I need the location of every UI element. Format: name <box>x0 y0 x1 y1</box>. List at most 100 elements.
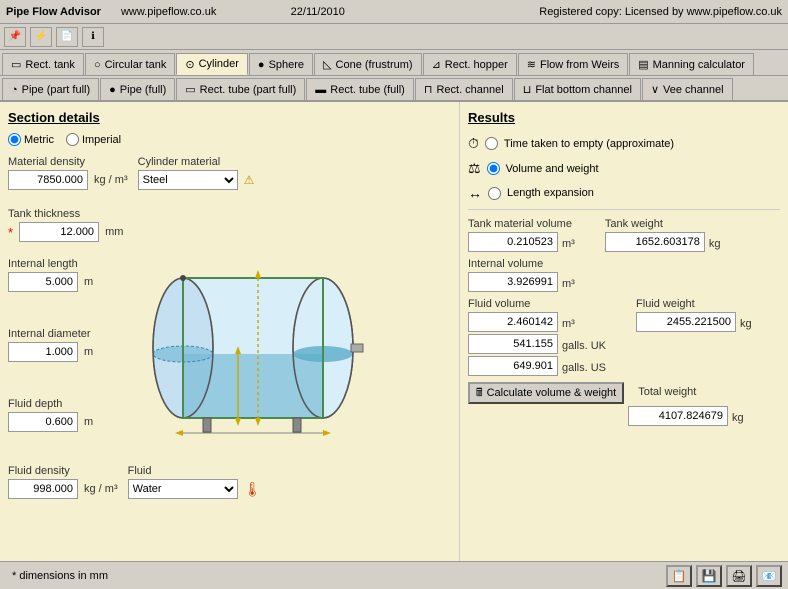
footer-icon-3[interactable]: 🖨 <box>726 565 752 587</box>
internal-diameter-field-row: m <box>8 342 93 362</box>
circular-tank-label: Circular tank <box>105 59 167 71</box>
fluid-volume-label: Fluid volume <box>468 298 606 310</box>
footer-note: * dimensions in mm <box>12 570 108 582</box>
right-panel: Results ⏱ Time taken to empty (approxima… <box>460 102 788 589</box>
fluid-density-field-row: kg / m³ <box>8 479 118 499</box>
tab-flat-bottom[interactable]: ⊔ Flat bottom channel <box>514 78 641 100</box>
pipe-part-icon: ◔ <box>11 84 18 96</box>
tab-vee-channel[interactable]: ∨ Vee channel <box>642 78 733 100</box>
tab-rect-channel[interactable]: ⊓ Rect. channel <box>415 78 513 100</box>
thickness-warning-star: * <box>8 225 13 240</box>
vee-channel-icon: ∨ <box>651 83 659 96</box>
sphere-label: Sphere <box>269 59 304 71</box>
tab-pipe-part[interactable]: ◔ Pipe (part full) <box>2 78 99 100</box>
footer-icon-4[interactable]: 📧 <box>756 565 782 587</box>
toolbar-btn-3[interactable]: 📄 <box>56 27 78 47</box>
fluid-depth-input[interactable] <box>8 412 78 432</box>
rect-hopper-icon: ⊿ <box>432 58 441 71</box>
calculate-button[interactable]: 🖩 Calculate volume & weight <box>468 382 624 404</box>
internal-diameter-group: Internal diameter m <box>8 328 93 368</box>
tab-rect-hopper[interactable]: ⊿ Rect. hopper <box>423 53 517 75</box>
length-expansion-radio[interactable] <box>488 187 501 200</box>
internal-length-field-row: m <box>8 272 93 292</box>
internal-diameter-input[interactable] <box>8 342 78 362</box>
calc-label: Calculate volume & weight <box>487 387 617 399</box>
footer-icon-2[interactable]: 💾 <box>696 565 722 587</box>
fluid-select[interactable]: Water <box>128 479 238 499</box>
material-density-label: Material density <box>8 156 128 168</box>
fluid-row: Fluid density kg / m³ Fluid Water 🌡 <box>8 465 451 511</box>
fluid-density-group: Fluid density kg / m³ <box>8 465 118 505</box>
tank-thickness-field-row: * mm <box>8 222 451 242</box>
fluid-volume-group: Fluid volume m³ galls. UK galls. US <box>468 298 606 376</box>
rect-channel-icon: ⊓ <box>424 83 433 96</box>
total-weight-label: Total weight <box>638 386 696 398</box>
cylinder-material-field-row: Steel ⚠ <box>138 170 255 190</box>
imperial-radio-label[interactable]: Imperial <box>66 133 121 146</box>
unit-radio-row: Metric Imperial <box>8 133 451 146</box>
toolbar-btn-2[interactable]: ⚡ <box>30 27 52 47</box>
tab-circular-tank[interactable]: ○ Circular tank <box>85 53 175 75</box>
fluid-density-input[interactable] <box>8 479 78 499</box>
results-title: Results <box>468 110 780 125</box>
length-expansion-label: Length expansion <box>507 187 594 199</box>
flat-bottom-label: Flat bottom channel <box>535 84 632 96</box>
fluid-type-group: Fluid Water 🌡 <box>128 465 262 505</box>
volume-weight-label: Volume and weight <box>506 163 599 175</box>
time-empty-icon: ⏱ <box>468 135 479 152</box>
result-radio-length-expansion: ↔ Length expansion <box>468 185 780 201</box>
left-panel: Section details Metric Imperial Material… <box>0 102 460 589</box>
calc-icon: 🖩 <box>476 384 483 403</box>
internal-volume-row: Internal volume m³ <box>468 258 780 292</box>
fluid-depth-unit: m <box>84 416 93 428</box>
fluid-type-field-row: Water 🌡 <box>128 479 262 499</box>
toolbar-btn-1[interactable]: 📌 <box>4 27 26 47</box>
tank-weight-label: Tank weight <box>605 218 721 230</box>
internal-volume-group: Internal volume m³ <box>468 258 575 292</box>
manning-icon: ▤ <box>638 58 648 71</box>
tab-cone[interactable]: ◺ Cone (frustrum) <box>314 53 422 75</box>
imperial-radio[interactable] <box>66 133 79 146</box>
tank-weight-group: Tank weight kg <box>605 218 721 252</box>
material-density-input[interactable] <box>8 170 88 190</box>
tab-cylinder[interactable]: ⊙ Cylinder <box>176 53 248 75</box>
tab-sphere[interactable]: ● Sphere <box>249 53 313 75</box>
rect-tube-full-label: Rect. tube (full) <box>330 84 405 96</box>
tab-rect-tube-part[interactable]: ▭ Rect. tube (part full) <box>176 78 305 100</box>
title-bar: Pipe Flow Advisor www.pipeflow.co.uk 22/… <box>0 0 788 24</box>
tab-rect-tank[interactable]: ▭ Rect. tank <box>2 53 84 75</box>
cylinder-material-select[interactable]: Steel <box>138 170 238 190</box>
fluid-weight-group: Fluid weight kg <box>636 298 752 332</box>
material-density-unit: kg / m³ <box>94 174 128 186</box>
internal-volume-unit: m³ <box>562 278 575 292</box>
pipe-part-label: Pipe (part full) <box>22 84 90 96</box>
volume-weight-radio[interactable] <box>487 162 500 175</box>
pipe-full-icon: ● <box>109 84 116 96</box>
fluid-volume-input-m3 <box>468 312 558 332</box>
tab-manning[interactable]: ▤ Manning calculator <box>629 53 754 75</box>
tab-pipe-full[interactable]: ● Pipe (full) <box>100 78 175 100</box>
fluid-volume-row: Fluid volume m³ galls. UK galls. US Flui… <box>468 298 780 376</box>
footer-bar: * dimensions in mm 📋 💾 🖨 📧 <box>0 561 788 589</box>
imperial-label: Imperial <box>82 134 121 146</box>
time-empty-label: Time taken to empty (approximate) <box>504 138 674 150</box>
manning-label: Manning calculator <box>653 59 745 71</box>
time-empty-radio[interactable] <box>485 137 498 150</box>
metric-radio-label[interactable]: Metric <box>8 133 54 146</box>
fluid-depth-label: Fluid depth <box>8 398 93 410</box>
rect-tube-full-icon: ▬ <box>315 84 326 96</box>
tank-thickness-input[interactable] <box>19 222 99 242</box>
internal-length-input[interactable] <box>8 272 78 292</box>
tank-weight-unit: kg <box>709 238 721 252</box>
fluid-weight-unit: kg <box>740 318 752 332</box>
footer-icon-1[interactable]: 📋 <box>666 565 692 587</box>
fluid-density-unit: kg / m³ <box>84 483 118 495</box>
toolbar-btn-4[interactable]: ℹ <box>82 27 104 47</box>
warning-icon: ⚠ <box>244 173 255 187</box>
metric-radio[interactable] <box>8 133 21 146</box>
tab-rect-tube-full[interactable]: ▬ Rect. tube (full) <box>306 78 414 100</box>
cylinder-svg <box>103 248 383 458</box>
fluid-volume-unit-m3: m³ <box>562 318 575 332</box>
tab-flow-weirs[interactable]: ≋ Flow from Weirs <box>518 53 628 75</box>
fluid-depth-field-row: m <box>8 412 93 432</box>
